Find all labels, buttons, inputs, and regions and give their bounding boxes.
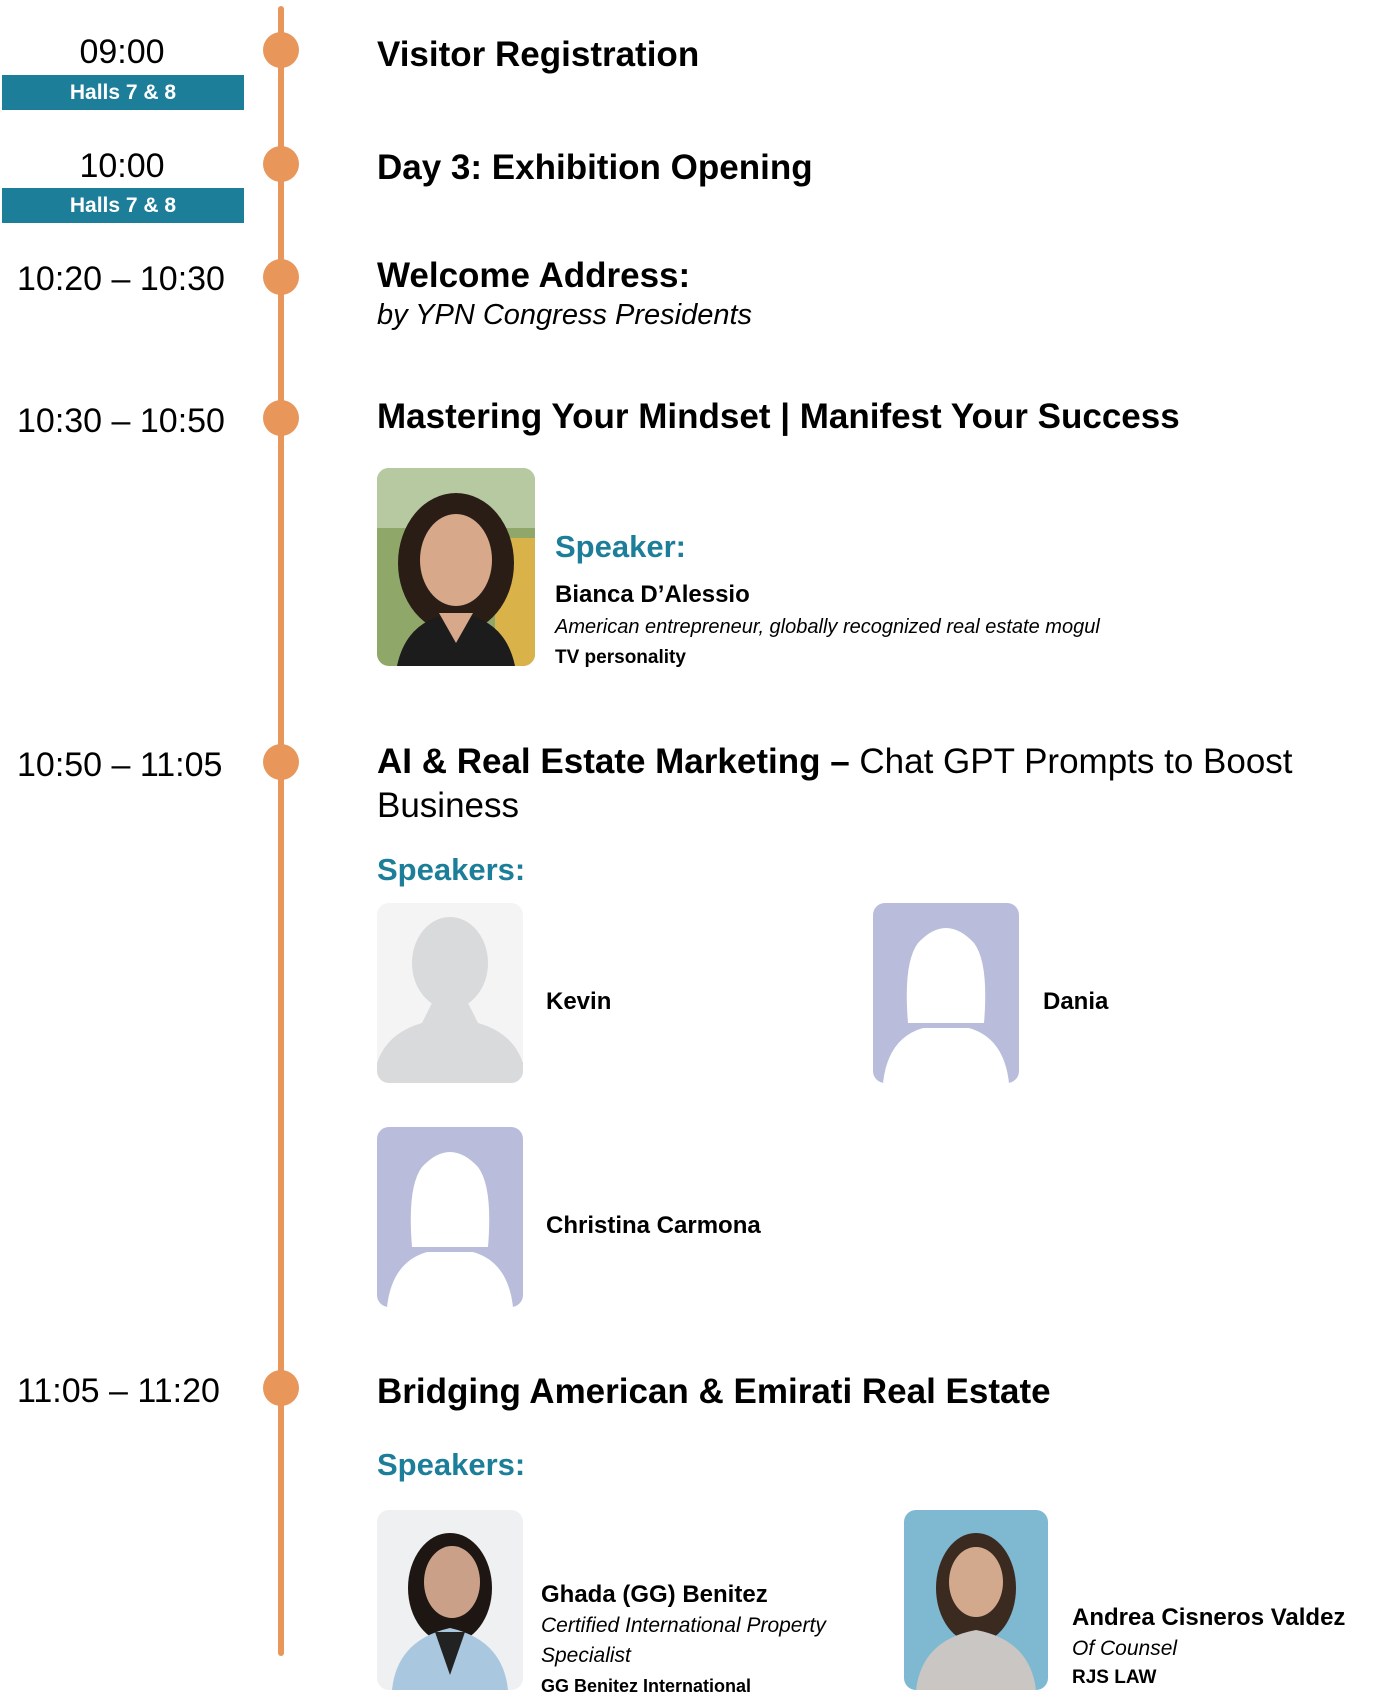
- speakers-heading: Speakers:: [377, 852, 526, 887]
- time-label: 10:50 – 11:05: [17, 746, 223, 784]
- timeline-line: [278, 6, 284, 1656]
- speaker-role: Specialist: [541, 1644, 631, 1667]
- speaker-photo-placeholder: [873, 903, 1019, 1083]
- timeline-dot: [263, 400, 299, 436]
- speaker-name: Dania: [1043, 988, 1109, 1015]
- speakers-heading: Speakers:: [377, 1447, 526, 1482]
- speaker-role: Of Counsel: [1072, 1637, 1178, 1660]
- timeline-dot: [263, 146, 299, 182]
- time-label: 10:30 – 10:50: [17, 402, 225, 440]
- session-title: Mastering Your Mindset | Manifest Your S…: [377, 397, 1180, 436]
- timeline-dot: [263, 32, 299, 68]
- speaker-name: Bianca D’Alessio: [555, 581, 750, 608]
- session-title: Visitor Registration: [377, 35, 700, 74]
- session-title: Bridging American & Emirati Real Estate: [377, 1372, 1051, 1411]
- time-label: 09:00: [79, 33, 165, 71]
- time-label: 10:00: [79, 147, 165, 185]
- speaker-role: American entrepreneur, globally recogniz…: [555, 616, 1100, 638]
- session-title-line2: Business: [377, 786, 520, 825]
- session-title: Day 3: Exhibition Opening: [377, 148, 813, 187]
- timeline-dot: [263, 744, 299, 780]
- speaker-name: Kevin: [546, 988, 612, 1015]
- session-title: Welcome Address:: [377, 256, 691, 295]
- speaker-org: RJS LAW: [1072, 1667, 1157, 1688]
- speaker-heading: Speaker:: [555, 529, 686, 564]
- speaker-photo: [904, 1510, 1048, 1690]
- timeline-dot: [263, 259, 299, 295]
- hall-badge: Halls 7 & 8: [2, 188, 244, 223]
- speaker-name: Andrea Cisneros Valdez: [1072, 1604, 1346, 1631]
- speaker-org: TV personality: [555, 647, 686, 668]
- speaker-photo-placeholder: [377, 903, 523, 1083]
- session-subtitle: by YPN Congress Presidents: [377, 299, 753, 331]
- session-title-rest: Chat GPT Prompts to Boost: [859, 742, 1293, 781]
- speaker-photo-placeholder: [377, 1127, 523, 1307]
- time-label: 10:20 – 10:30: [17, 260, 225, 298]
- speaker-role: Certified International Property: [541, 1614, 826, 1637]
- timeline-dot: [263, 1370, 299, 1406]
- speaker-photo: [377, 468, 535, 666]
- session-title-bold: AI & Real Estate Marketing –: [377, 742, 850, 781]
- speaker-org: GG Benitez International: [541, 1676, 752, 1696]
- time-label: 11:05 – 11:20: [17, 1372, 220, 1410]
- hall-badge: Halls 7 & 8: [2, 75, 244, 110]
- speaker-photo: [377, 1510, 523, 1690]
- speaker-name: Ghada (GG) Benitez: [541, 1581, 768, 1608]
- session-title: AI & Real Estate Marketing – Chat GPT Pr…: [377, 740, 1293, 784]
- speaker-name: Christina Carmona: [546, 1212, 761, 1239]
